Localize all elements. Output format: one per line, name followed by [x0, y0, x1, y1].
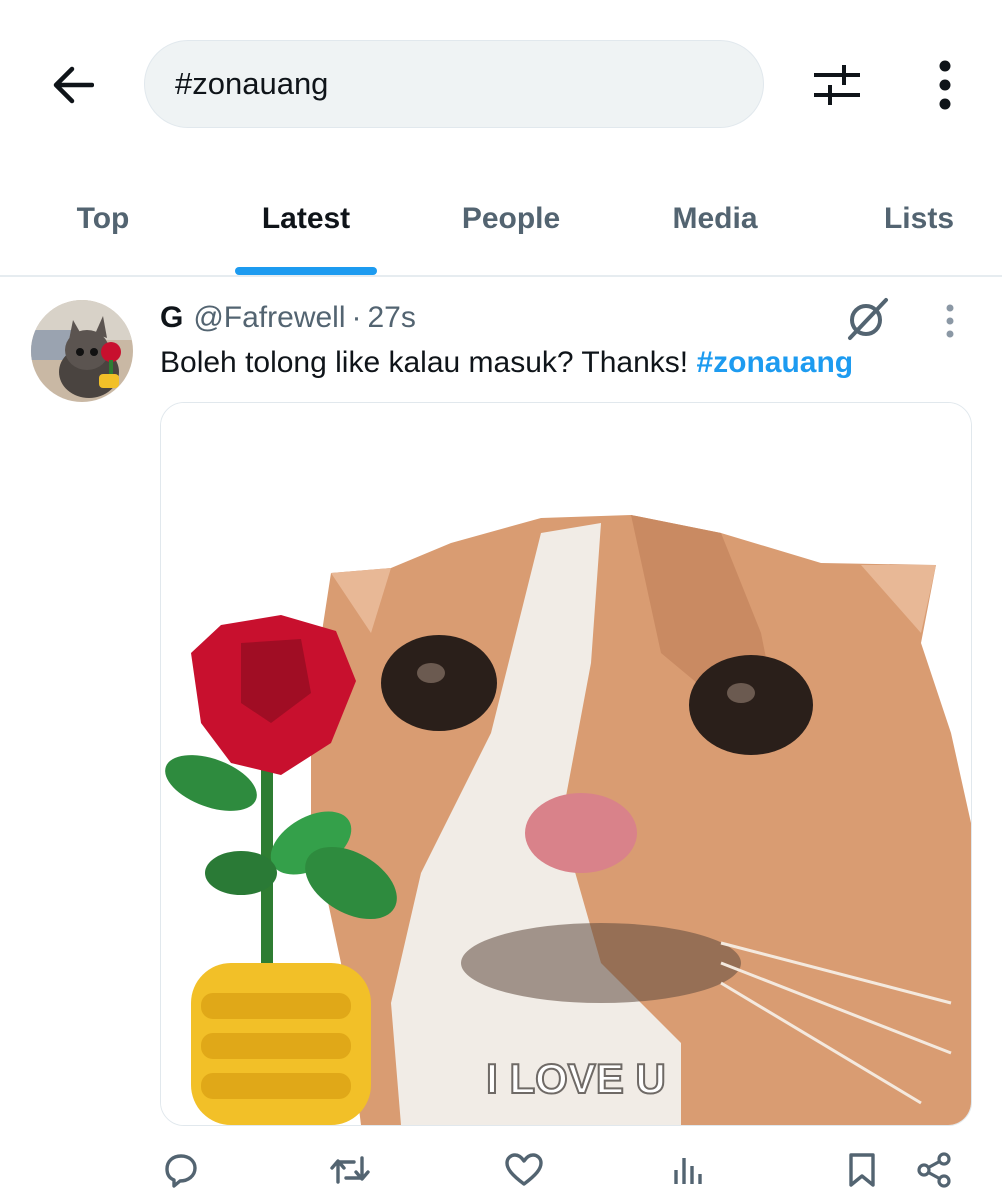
media-caption: I LOVE U	[486, 1055, 666, 1102]
share-button[interactable]	[912, 1148, 956, 1192]
more-options-button[interactable]	[920, 55, 970, 115]
tweet[interactable]: G @Fafrewell · 27s Boleh tolong like kal…	[0, 278, 1002, 1200]
avatar-image	[31, 300, 133, 402]
tab-people[interactable]: People	[440, 175, 582, 275]
arrow-left-icon	[53, 66, 94, 104]
vertical-dots-icon	[946, 304, 954, 338]
vertical-dots-icon	[939, 60, 951, 110]
search-tabs: Top Latest People Media Lists	[0, 175, 1002, 277]
tab-lists[interactable]: Lists	[866, 175, 972, 275]
tweet-action-bar	[0, 1140, 1002, 1200]
heart-icon	[505, 1153, 543, 1186]
tab-label: Media	[672, 202, 758, 235]
back-button[interactable]	[42, 58, 102, 112]
reply-icon	[165, 1154, 197, 1188]
search-filter-button[interactable]	[806, 55, 868, 115]
tab-media[interactable]: Media	[650, 175, 780, 275]
bookmark-button[interactable]	[840, 1148, 884, 1192]
retweet-icon	[330, 1156, 370, 1184]
tab-latest[interactable]: Latest	[226, 175, 386, 275]
sliders-icon	[814, 65, 860, 105]
like-button[interactable]	[502, 1148, 546, 1192]
tweet-body: Boleh tolong like kalau masuk? Thanks!	[160, 346, 689, 379]
bookmark-icon	[849, 1153, 875, 1187]
tab-label: Latest	[261, 202, 351, 235]
active-tab-indicator	[235, 267, 377, 275]
tweet-text: Boleh tolong like kalau masuk? Thanks! #…	[160, 346, 853, 380]
grok-icon	[848, 298, 888, 340]
search-header: #zonauang	[0, 0, 1002, 150]
separator-dot: ·	[351, 301, 362, 334]
views-icon	[674, 1158, 702, 1184]
reply-button[interactable]	[158, 1148, 202, 1192]
cat-with-rose-gif: I LOVE U	[161, 403, 971, 1125]
hashtag-link[interactable]: #zonauang	[696, 346, 853, 379]
tweet-media[interactable]: I LOVE U	[160, 402, 972, 1126]
tab-label: People	[461, 202, 561, 235]
avatar[interactable]	[31, 300, 133, 402]
user-handle[interactable]: @Fafrewell	[193, 301, 345, 335]
share-icon	[917, 1152, 951, 1188]
search-input[interactable]: #zonauang	[144, 40, 764, 128]
timestamp[interactable]: 27s	[368, 301, 416, 335]
display-name[interactable]: G	[160, 301, 183, 335]
views-button[interactable]	[666, 1148, 710, 1192]
tab-label: Lists	[883, 202, 955, 235]
tab-top[interactable]: Top	[50, 175, 156, 275]
tweet-more-button[interactable]	[934, 298, 966, 344]
tab-label: Top	[76, 202, 130, 235]
tweet-header: G @Fafrewell · 27s	[160, 298, 416, 338]
retweet-button[interactable]	[328, 1148, 372, 1192]
search-query: #zonauang	[175, 66, 329, 101]
grok-button[interactable]	[844, 296, 890, 342]
